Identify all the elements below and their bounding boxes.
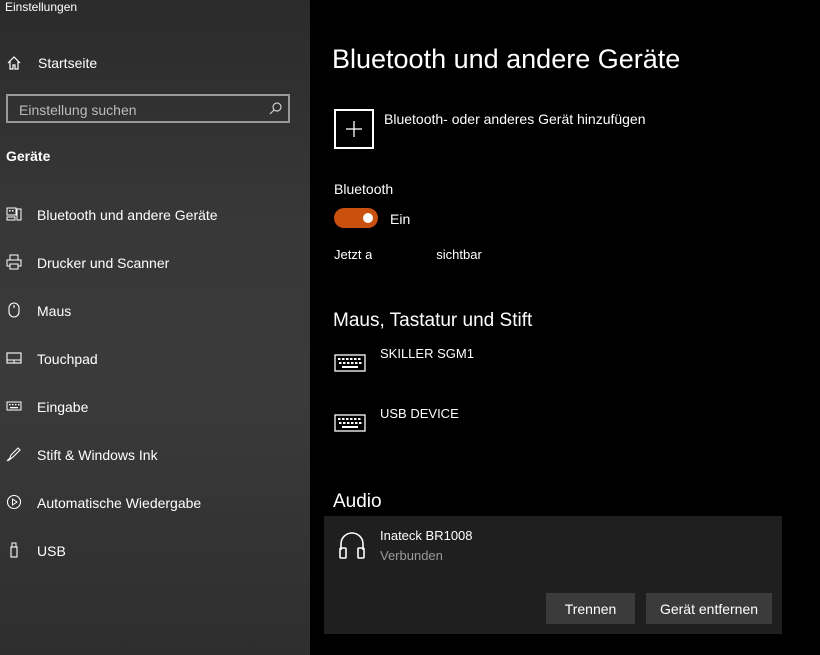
device-item[interactable]: SKILLER SGM1 [334, 346, 794, 386]
visibility-suffix: sichtbar [436, 247, 482, 262]
sidebar-item-pen[interactable]: Stift & Windows Ink [0, 435, 310, 475]
autoplay-icon [6, 494, 22, 510]
add-device-button[interactable] [334, 109, 374, 149]
sidebar-item-bluetooth[interactable]: Bluetooth und andere Geräte [0, 195, 310, 235]
remove-device-button[interactable]: Gerät entfernen [646, 593, 772, 624]
home-icon [7, 56, 21, 70]
usb-icon [10, 542, 18, 558]
input-section-heading: Maus, Tastatur und Stift [333, 310, 533, 331]
audio-device-card[interactable]: Inateck BR1008 Verbunden Trennen Gerät e… [324, 516, 782, 634]
bluetooth-toggle[interactable] [334, 208, 378, 228]
visibility-prefix: Jetzt a [334, 247, 373, 262]
sidebar-item-label: Automatische Wiedergabe [37, 495, 202, 511]
headphones-icon [339, 532, 365, 559]
visibility-text: Jetzt a sichtbar [334, 247, 482, 263]
sidebar: Einstellungen Startseite Einstellung suc… [0, 0, 310, 655]
sidebar-item-printers[interactable]: Drucker und Scanner [0, 243, 310, 283]
section-heading: Geräte [6, 148, 51, 164]
sidebar-item-home[interactable]: Startseite [6, 52, 97, 74]
device-name: USB DEVICE [380, 406, 459, 421]
sidebar-item-mouse[interactable]: Maus [0, 291, 310, 331]
sidebar-item-input[interactable]: Eingabe [0, 387, 310, 427]
main-panel: Bluetooth und andere Geräte Bluetooth- o… [310, 0, 820, 655]
mouse-icon [8, 302, 20, 318]
touchpad-icon [6, 352, 22, 364]
sidebar-item-label: Stift & Windows Ink [37, 447, 158, 463]
sidebar-item-label: USB [37, 543, 66, 559]
sidebar-item-label: Bluetooth und andere Geräte [37, 207, 218, 223]
sidebar-item-label: Maus [37, 303, 72, 319]
toggle-knob [363, 213, 373, 223]
search-placeholder: Einstellung suchen [19, 102, 137, 118]
bluetooth-devices-icon [6, 207, 22, 221]
sidebar-item-touchpad[interactable]: Touchpad [0, 339, 310, 379]
home-label: Startseite [38, 55, 98, 71]
sidebar-item-autoplay[interactable]: Automatische Wiedergabe [0, 483, 310, 523]
search-input[interactable]: Einstellung suchen [6, 94, 290, 123]
keyboard-icon [6, 401, 22, 411]
audio-device-name: Inateck BR1008 [380, 528, 473, 543]
sidebar-item-label: Drucker und Scanner [37, 255, 170, 271]
disconnect-button[interactable]: Trennen [546, 593, 635, 624]
window-title: Einstellungen [5, 0, 78, 14]
page-title: Bluetooth und andere Geräte [332, 44, 681, 74]
audio-device-status: Verbunden [380, 548, 443, 563]
bluetooth-label: Bluetooth [334, 181, 394, 197]
device-name: SKILLER SGM1 [380, 346, 474, 361]
search-icon[interactable] [269, 102, 282, 115]
bluetooth-state: Ein [390, 211, 411, 227]
sidebar-item-usb[interactable]: USB [0, 531, 310, 571]
keyboard-icon [334, 354, 366, 372]
audio-section-heading: Audio [333, 491, 382, 512]
add-device-label[interactable]: Bluetooth- oder anderes Gerät hinzufügen [384, 111, 646, 127]
plus-icon [346, 121, 362, 137]
device-item[interactable]: USB DEVICE [334, 406, 794, 446]
redaction [372, 248, 437, 263]
sidebar-item-label: Touchpad [37, 351, 98, 367]
keyboard-icon [334, 414, 366, 432]
sidebar-item-label: Eingabe [37, 399, 89, 415]
printer-icon [6, 254, 22, 270]
pen-icon [6, 447, 21, 462]
